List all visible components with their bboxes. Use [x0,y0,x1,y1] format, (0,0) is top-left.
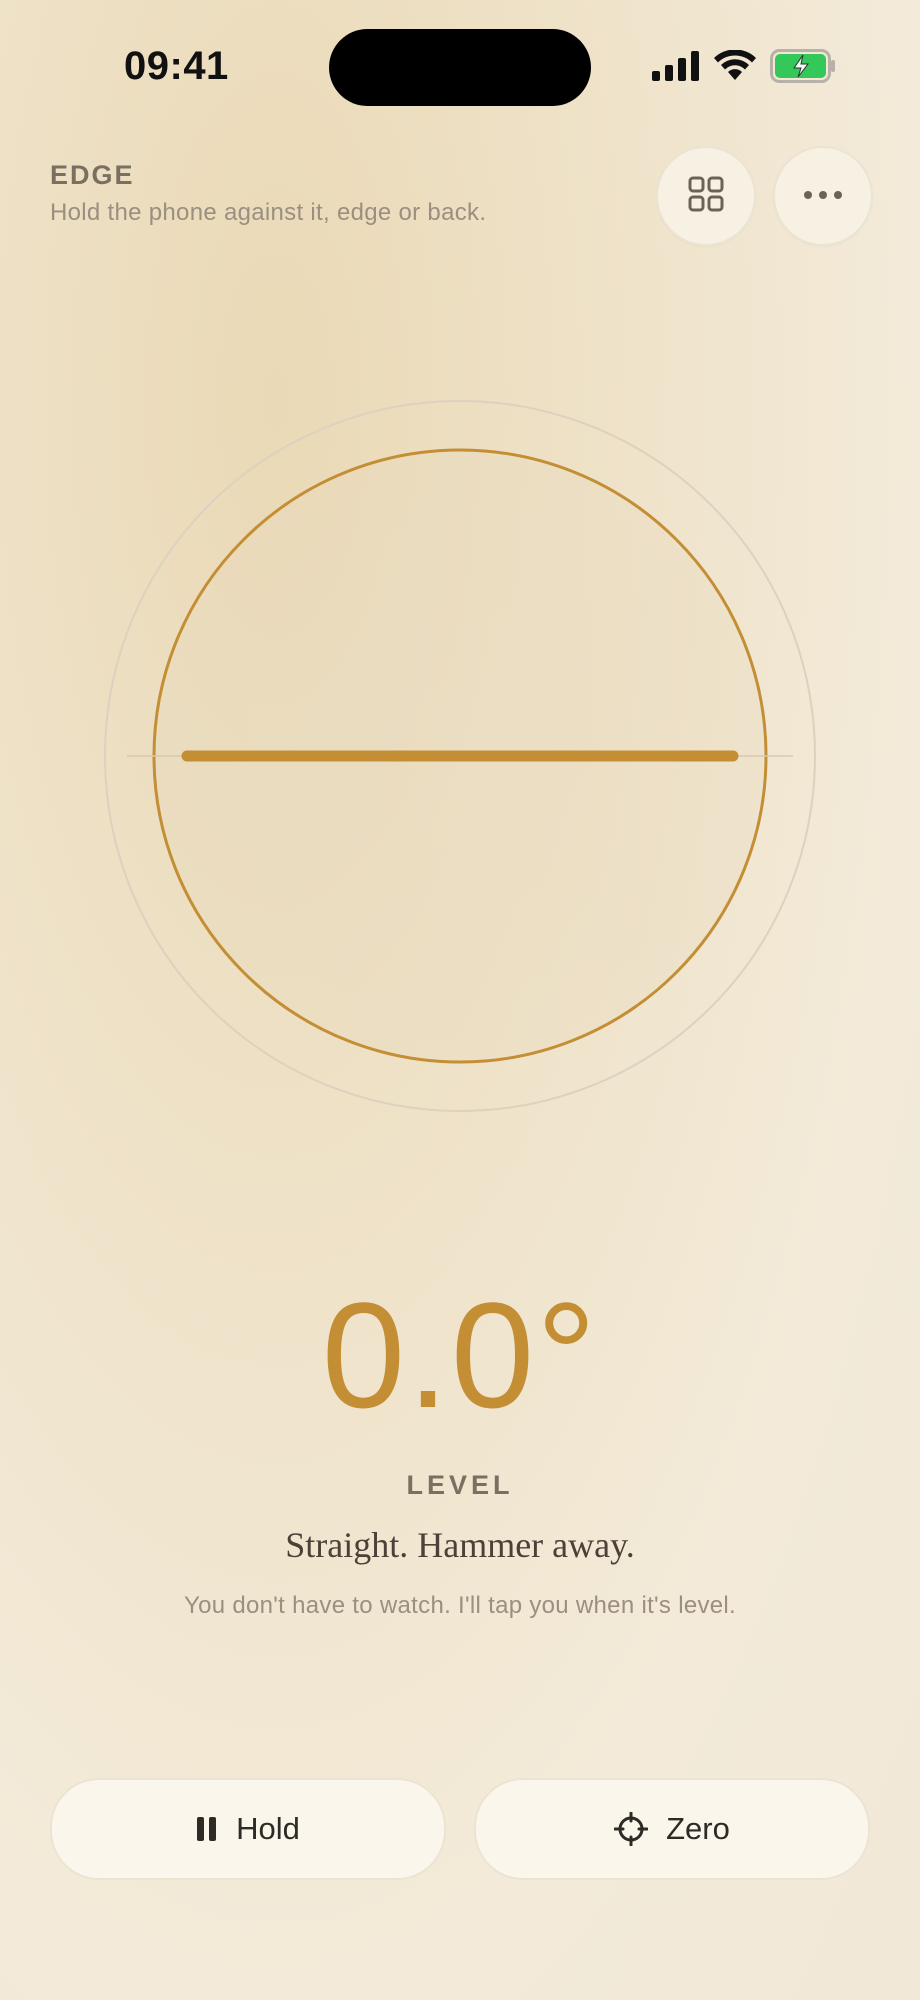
crosshair-icon [614,1812,649,1846]
mode-label: EDGE [50,160,135,190]
status-time: 09:41 [124,44,229,88]
status-message: Straight. Hammer away. [285,1525,635,1565]
signal-icon [652,50,700,86]
status-icons [652,48,836,88]
mode-header: EDGE Hold the phone against it, edge or … [50,160,486,227]
hold-button[interactable]: Hold [50,1778,446,1880]
mode-hint: Hold the phone against it, edge or back. [50,199,487,226]
angle-readout: 0.0° [321,1271,599,1439]
level-dial [104,400,816,1112]
more-options-button[interactable] [773,146,873,246]
level-state-label: LEVEL [406,1470,514,1500]
zero-label: Zero [666,1811,730,1846]
level-screen: 09:41 EDGE Hold the phone against it, ed… [0,0,920,2000]
pause-icon [196,1816,218,1842]
zero-button[interactable]: Zero [474,1778,870,1880]
mode-grid-button[interactable] [656,146,756,246]
more-icon [803,187,843,205]
status-submessage: You don't have to watch. I'll tap you wh… [183,1592,737,1619]
wifi-icon [714,48,756,87]
dynamic-island [329,29,591,106]
grid-icon [688,176,724,217]
battery-charging-icon [770,48,836,88]
hold-label: Hold [236,1811,300,1846]
status-bar: 09:41 [0,0,920,135]
